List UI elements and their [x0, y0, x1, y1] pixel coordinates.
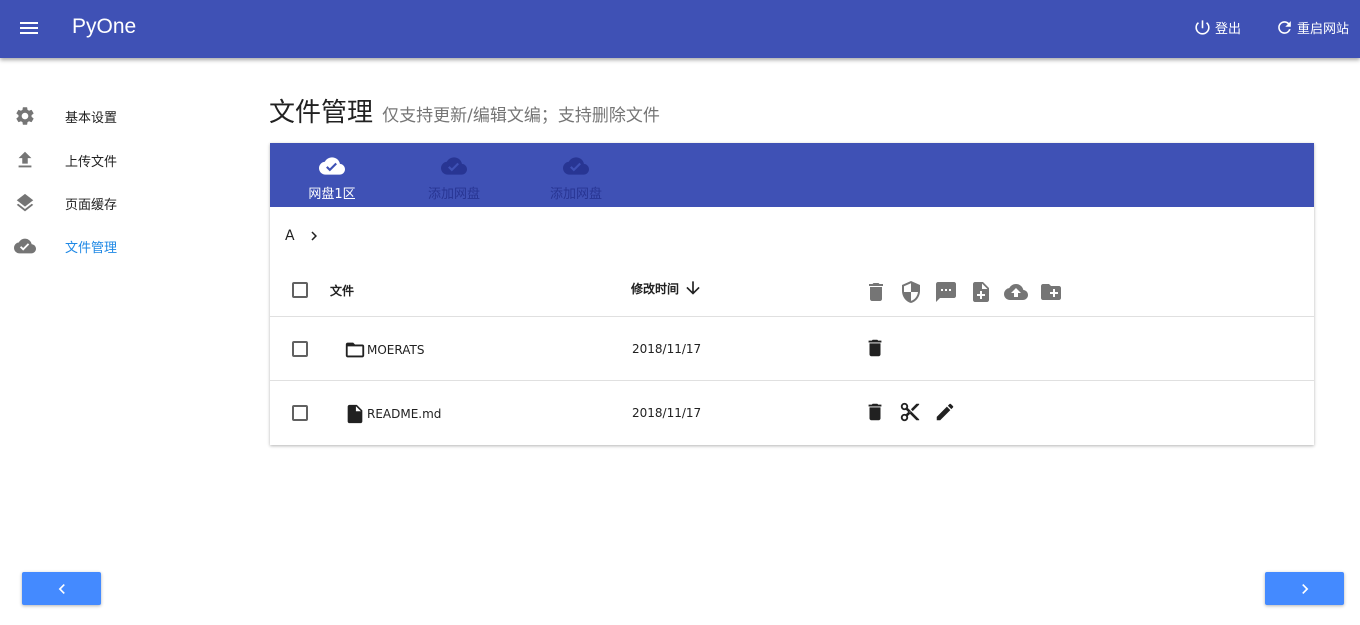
app-title: PyOne	[72, 15, 137, 38]
upload-button[interactable]	[1004, 280, 1028, 304]
cloud-done-icon	[319, 157, 345, 175]
bulk-actions	[864, 280, 1074, 304]
row-checkbox[interactable]	[292, 341, 308, 357]
tab-label: 添加网盘	[427, 187, 480, 202]
folder-icon	[345, 342, 365, 358]
protect-button[interactable]	[899, 280, 923, 304]
page-heading: 文件管理 仅支持更新/编辑文编；支持删除文件	[269, 92, 660, 129]
tab-drive-1[interactable]: 网盘1区	[270, 153, 394, 202]
layers-icon	[16, 193, 34, 212]
drive-tabs: 网盘1区 添加网盘 添加网盘	[270, 143, 1314, 207]
new-file-icon	[973, 282, 989, 302]
file-modified-date: 2018/11/17	[632, 342, 702, 356]
select-all-checkbox[interactable]	[292, 282, 308, 298]
sidebar-item-label: 上传文件	[65, 154, 118, 170]
file-name: README.md	[367, 407, 442, 421]
refresh-icon	[1278, 21, 1291, 34]
delete-selected-button[interactable]	[864, 280, 888, 304]
previous-page-button[interactable]	[22, 572, 101, 605]
comment-button[interactable]	[934, 280, 958, 304]
chevron-left-icon	[58, 583, 65, 594]
chevron-right-icon	[1301, 583, 1308, 594]
sidebar-item-page-cache[interactable]: 页面缓存	[14, 189, 214, 217]
sidebar-item-upload[interactable]: 上传文件	[14, 146, 214, 174]
page-title: 文件管理	[269, 98, 374, 128]
power-icon	[1195, 20, 1210, 35]
tab-label: 添加网盘	[549, 187, 602, 202]
tab-add-drive-2[interactable]: 添加网盘	[514, 153, 638, 202]
file-modified-date: 2018/11/17	[632, 406, 702, 420]
row-actions	[864, 401, 969, 425]
breadcrumb[interactable]: A	[285, 227, 323, 245]
new-file-button[interactable]	[969, 280, 993, 304]
cut-button[interactable]	[899, 401, 923, 425]
cut-icon	[900, 402, 920, 422]
file-name-link[interactable]: MOERATS	[344, 339, 424, 361]
column-header-modified[interactable]: 修改时间	[631, 278, 703, 298]
delete-icon	[868, 403, 882, 421]
next-page-button[interactable]	[1265, 572, 1344, 605]
sidebar-item-label: 文件管理	[65, 240, 118, 256]
new-folder-icon	[1041, 284, 1061, 300]
cloud-done-icon	[563, 157, 589, 175]
delete-button[interactable]	[864, 337, 888, 361]
new-folder-button[interactable]	[1039, 280, 1063, 304]
shield-icon	[902, 281, 920, 303]
column-header-name[interactable]: 文件	[330, 282, 354, 299]
sidebar-item-file-manager[interactable]: 文件管理	[14, 232, 214, 260]
delete-button[interactable]	[864, 401, 888, 425]
logout-button[interactable]: 登出	[1193, 18, 1241, 37]
page-subtitle: 仅支持更新/编辑文编；支持删除文件	[382, 106, 660, 126]
row-actions	[864, 337, 899, 361]
upload-icon	[18, 151, 32, 168]
edit-button[interactable]	[934, 401, 958, 425]
delete-icon	[868, 339, 882, 357]
arrow-down-icon	[686, 281, 700, 295]
app-bar: PyOne 登出 重启网站	[0, 0, 1360, 58]
column-header-modified-label: 修改时间	[631, 281, 680, 296]
logout-label: 登出	[1215, 22, 1242, 37]
restart-site-button[interactable]: 重启网站	[1275, 18, 1349, 37]
edit-icon	[936, 403, 954, 421]
chevron-right-icon	[311, 231, 317, 241]
sidebar-item-label: 页面缓存	[65, 197, 118, 213]
row-checkbox[interactable]	[292, 405, 308, 421]
sidebar-item-label: 基本设置	[65, 110, 118, 126]
breadcrumb-root[interactable]: A	[285, 228, 295, 244]
sidebar-item-basic-settings[interactable]: 基本设置	[14, 102, 214, 130]
cloud-upload-icon	[1004, 284, 1028, 300]
file-name: MOERATS	[367, 343, 425, 357]
restart-site-label: 重启网站	[1297, 22, 1350, 37]
cloud-done-icon	[14, 238, 36, 254]
file-icon	[347, 404, 363, 424]
table-header: 文件 修改时间	[270, 258, 1314, 317]
cloud-done-icon	[441, 157, 467, 175]
gear-icon	[16, 107, 34, 125]
table-row: README.md 2018/11/17	[270, 381, 1314, 445]
file-manager-card: 网盘1区 添加网盘 添加网盘 A 文件 修改时间 MOERATS 2018/11…	[270, 143, 1314, 445]
comment-icon	[936, 282, 956, 302]
file-name-link[interactable]: README.md	[344, 403, 441, 425]
menu-icon[interactable]	[18, 19, 40, 39]
tab-label: 网盘1区	[308, 187, 356, 202]
delete-icon	[869, 283, 883, 301]
table-row: MOERATS 2018/11/17	[270, 317, 1314, 381]
tab-add-drive-1[interactable]: 添加网盘	[392, 153, 516, 202]
